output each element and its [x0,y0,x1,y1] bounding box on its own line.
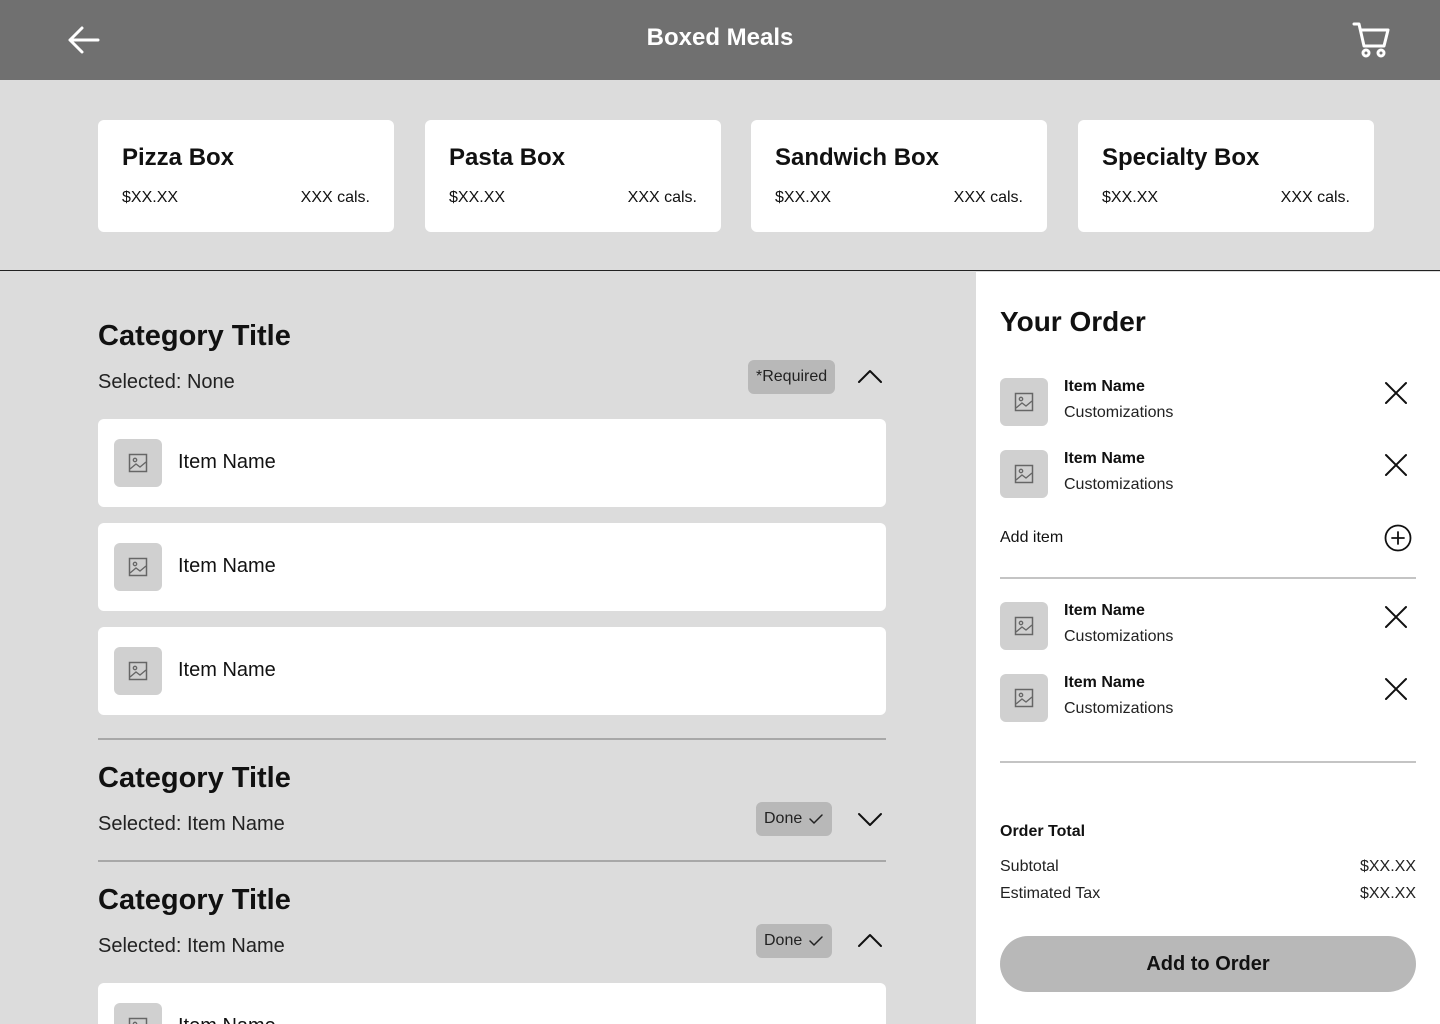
order-item: Item Name Customizations [1000,602,1416,650]
box-price: $XX.XX [775,189,832,206]
box-calories: XXX cals. [300,189,370,206]
image-placeholder-icon [114,439,162,487]
app-header: Boxed Meals [0,0,1440,80]
subtotal-label: Subtotal [1000,858,1059,875]
order-item-name: Item Name [1064,450,1145,467]
box-calories: XXX cals. [1280,189,1350,206]
box-card-pizza[interactable]: Pizza Box $XX.XX XXX cals. [98,120,394,232]
category-divider [98,860,886,862]
image-placeholder-icon [1000,378,1048,426]
order-divider [1000,761,1416,763]
box-name: Pasta Box [449,144,566,171]
menu-item-card[interactable]: Item Name [98,627,886,715]
close-icon[interactable] [1384,677,1408,701]
required-badge: *Required [748,360,836,394]
close-icon[interactable] [1384,605,1408,629]
image-placeholder-icon [114,647,162,695]
image-placeholder-icon [1000,450,1048,498]
page-title: Boxed Meals [646,24,794,51]
done-badge: Done [756,802,833,836]
order-item: Item Name Customizations [1000,674,1416,722]
add-item-label: Add item [1000,529,1064,546]
category-title: Category Title [98,320,291,352]
box-card-specialty[interactable]: Specialty Box $XX.XX XXX cals. [1078,120,1374,232]
chevron-up-icon[interactable] [856,930,884,950]
category-selected: Selected: Item Name [98,935,285,957]
close-icon[interactable] [1384,453,1408,477]
add-item-button[interactable]: Add item [1000,524,1416,554]
subtotal-value: $XX.XX [1359,858,1416,875]
check-icon [809,936,823,946]
subtotal-row: Subtotal $XX.XX [1000,858,1416,876]
image-placeholder-icon [1000,602,1048,650]
order-item: Item Name Customizations [1000,450,1416,498]
category-selected: Selected: None [98,371,235,393]
menu-item-card[interactable]: Item Name [98,523,886,611]
box-name: Specialty Box [1102,144,1260,171]
order-item: Item Name Customizations [1000,378,1416,426]
order-total-title: Order Total [1000,823,1086,840]
category-title: Category Title [98,884,291,916]
check-icon [809,814,823,824]
box-calories: XXX cals. [953,189,1023,206]
order-item-name: Item Name [1064,378,1145,395]
badge-label: *Required [756,368,828,385]
close-icon[interactable] [1384,381,1408,405]
add-to-order-button[interactable]: Add to Order [1000,936,1416,992]
category-selected: Selected: Item Name [98,813,285,835]
image-placeholder-icon [114,543,162,591]
category-list[interactable]: Category Title Selected: None *Required … [0,272,976,1024]
box-selector: Pizza Box $XX.XX XXX cals. Pasta Box $XX… [0,80,1440,271]
menu-item-card[interactable]: Item Name [98,983,886,1024]
box-price: $XX.XX [449,189,506,206]
order-divider [1000,577,1416,579]
menu-item-card[interactable]: Item Name [98,419,886,507]
category-title: Category Title [98,762,291,794]
box-card-pasta[interactable]: Pasta Box $XX.XX XXX cals. [425,120,721,232]
item-name: Item Name [178,451,276,473]
plus-circle-icon [1384,524,1412,552]
cart-icon [1352,22,1390,58]
badge-label: Done [764,932,803,949]
order-item-customizations: Customizations [1064,476,1174,493]
cart-button[interactable] [1350,18,1392,60]
box-price: $XX.XX [1102,189,1159,206]
order-panel: Your Order Item Name Customizations Item… [976,272,1440,1024]
chevron-down-icon[interactable] [856,809,884,829]
item-name: Item Name [178,1015,276,1024]
order-item-customizations: Customizations [1064,628,1174,645]
image-placeholder-icon [114,1003,162,1024]
box-price: $XX.XX [122,189,179,206]
order-item-customizations: Customizations [1064,404,1174,421]
category-divider [98,738,886,740]
box-name: Sandwich Box [775,144,940,171]
order-title: Your Order [1000,306,1146,337]
badge-label: Done [764,810,803,827]
box-card-sandwich[interactable]: Sandwich Box $XX.XX XXX cals. [751,120,1047,232]
tax-row: Estimated Tax $XX.XX [1000,885,1416,903]
box-calories: XXX cals. [627,189,697,206]
box-name: Pizza Box [122,144,235,171]
order-item-customizations: Customizations [1064,700,1174,717]
order-item-name: Item Name [1064,674,1145,691]
item-name: Item Name [178,555,276,577]
tax-label: Estimated Tax [1000,885,1101,902]
order-item-name: Item Name [1064,602,1145,619]
image-placeholder-icon [1000,674,1048,722]
chevron-up-icon[interactable] [856,366,884,386]
done-badge: Done [756,924,833,958]
tax-value: $XX.XX [1359,885,1416,902]
item-name: Item Name [178,659,276,681]
